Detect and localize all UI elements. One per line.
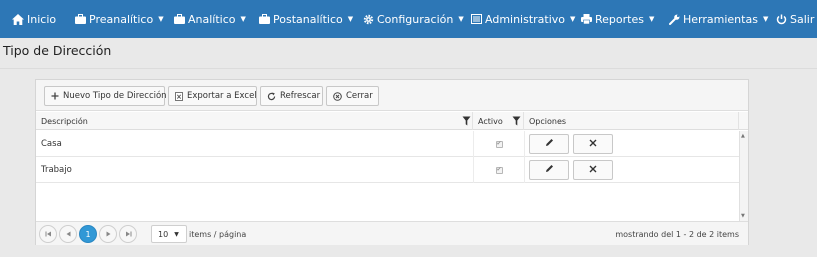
refresh-button-label: Refrescar	[280, 91, 321, 101]
table-row: Casa ✔	[36, 131, 739, 157]
caret-down-icon: ▼	[570, 15, 576, 23]
active-checkbox: ✔	[495, 166, 503, 174]
grid-pager: 1 10 ▼ items / página mostrando del 1 - …	[36, 221, 748, 245]
edit-button[interactable]	[529, 134, 569, 154]
close-circle-icon	[333, 91, 342, 101]
page-title: Tipo de Dirección	[3, 43, 112, 58]
nav-item-administrativo[interactable]: Administrativo ▼	[470, 0, 575, 38]
nav-item-label: Preanalítico	[89, 12, 154, 26]
briefcase-icon	[258, 13, 270, 25]
nav-item-label: Inicio	[27, 12, 57, 26]
active-checkbox: ✔	[495, 140, 503, 148]
delete-button[interactable]	[573, 134, 613, 154]
top-navbar: Inicio Preanalítico ▼ Analítico ▼ Postan…	[0, 0, 817, 38]
table-row: Trabajo ✔	[36, 157, 739, 183]
caret-down-icon: ▼	[347, 15, 354, 23]
column-header-descripcion[interactable]: Descripción	[36, 112, 473, 130]
new-address-type-button[interactable]: Nuevo Tipo de Dirección	[44, 86, 167, 106]
grid-toolbar: Nuevo Tipo de Dirección Exportar a Excel…	[36, 80, 748, 111]
caret-down-icon: ▼	[240, 15, 246, 23]
scroll-down-icon[interactable]: ▼	[741, 213, 745, 219]
caret-down-icon: ▼	[648, 15, 655, 23]
export-button-label: Exportar a Excel	[187, 91, 257, 101]
caret-down-icon: ▼	[158, 15, 164, 23]
cell-descripcion: Trabajo	[41, 165, 72, 175]
column-header-opciones: Opciones	[524, 112, 739, 130]
prev-page-button[interactable]	[59, 225, 77, 243]
filter-icon[interactable]	[512, 116, 521, 126]
nav-item-analitico[interactable]: Analítico ▼	[173, 0, 246, 38]
excel-file-icon	[175, 91, 183, 101]
page-1-button[interactable]: 1	[79, 225, 97, 243]
nav-item-label: Herramientas	[683, 12, 758, 26]
nav-item-reportes[interactable]: Reportes ▼	[580, 0, 654, 38]
items-per-page-label: items / página	[189, 229, 247, 239]
title-divider	[0, 68, 817, 69]
list-icon	[470, 13, 482, 25]
export-excel-button[interactable]: Exportar a Excel	[168, 86, 257, 106]
page-size-select[interactable]: 10 ▼	[151, 225, 187, 243]
home-icon	[12, 13, 24, 25]
close-button[interactable]: Cerrar	[326, 86, 379, 106]
grid-panel: Nuevo Tipo de Dirección Exportar a Excel…	[35, 79, 749, 245]
nav-item-label: Administrativo	[485, 12, 566, 26]
wrench-icon	[668, 13, 680, 25]
nav-item-inicio[interactable]: Inicio	[12, 0, 56, 38]
cell-descripcion: Casa	[41, 139, 62, 149]
cell-activo: ✔	[473, 131, 524, 157]
nav-item-preanalitico[interactable]: Preanalítico ▼	[74, 0, 164, 38]
edit-button[interactable]	[529, 160, 569, 180]
briefcase-icon	[74, 13, 86, 25]
power-icon	[775, 13, 787, 25]
column-header-activo[interactable]: Activo	[473, 112, 524, 130]
printer-icon	[580, 13, 592, 25]
gear-icon	[362, 13, 374, 25]
column-header-label: Activo	[478, 116, 503, 126]
refresh-button[interactable]: Refrescar	[260, 86, 323, 106]
nav-item-herramientas[interactable]: Herramientas ▼	[668, 0, 768, 38]
caret-down-icon: ▼	[174, 230, 179, 238]
caret-down-icon: ▼	[458, 15, 464, 23]
nav-item-postanalitico[interactable]: Postanalítico ▼	[258, 0, 353, 38]
column-header-label: Descripción	[41, 116, 88, 126]
vertical-scrollbar[interactable]: ▲ ▼	[739, 131, 748, 221]
new-button-label: Nuevo Tipo de Dirección	[63, 91, 167, 101]
page-size-value: 10	[158, 229, 169, 239]
caret-down-icon: ▼	[762, 15, 769, 23]
first-page-button[interactable]	[39, 225, 57, 243]
delete-button[interactable]	[573, 160, 613, 180]
pager-summary: mostrando del 1 - 2 de 2 items	[615, 229, 739, 239]
close-button-label: Cerrar	[346, 91, 373, 101]
scroll-up-icon[interactable]: ▲	[741, 133, 745, 139]
nav-item-salir[interactable]: Salir	[775, 0, 814, 38]
nav-item-label: Analítico	[188, 12, 236, 26]
filter-icon[interactable]	[462, 116, 471, 126]
close-icon	[589, 165, 597, 176]
grid-header: Descripción Activo Opciones	[36, 112, 748, 130]
refresh-icon	[267, 92, 276, 101]
nav-item-label: Configuración	[377, 12, 454, 26]
nav-item-label: Reportes	[595, 12, 644, 26]
cell-activo: ✔	[473, 157, 524, 183]
last-page-button[interactable]	[119, 225, 137, 243]
cell-opciones	[524, 157, 739, 183]
pencil-icon	[545, 138, 554, 150]
pencil-icon	[545, 164, 554, 176]
column-header-label: Opciones	[529, 116, 567, 126]
briefcase-icon	[173, 13, 185, 25]
cell-opciones	[524, 131, 739, 157]
nav-item-label: Postanalítico	[273, 12, 343, 26]
nav-item-label: Salir	[790, 12, 815, 26]
close-icon	[589, 139, 597, 150]
plus-icon	[51, 92, 59, 101]
next-page-button[interactable]	[99, 225, 117, 243]
nav-item-configuracion[interactable]: Configuración ▼	[362, 0, 464, 38]
